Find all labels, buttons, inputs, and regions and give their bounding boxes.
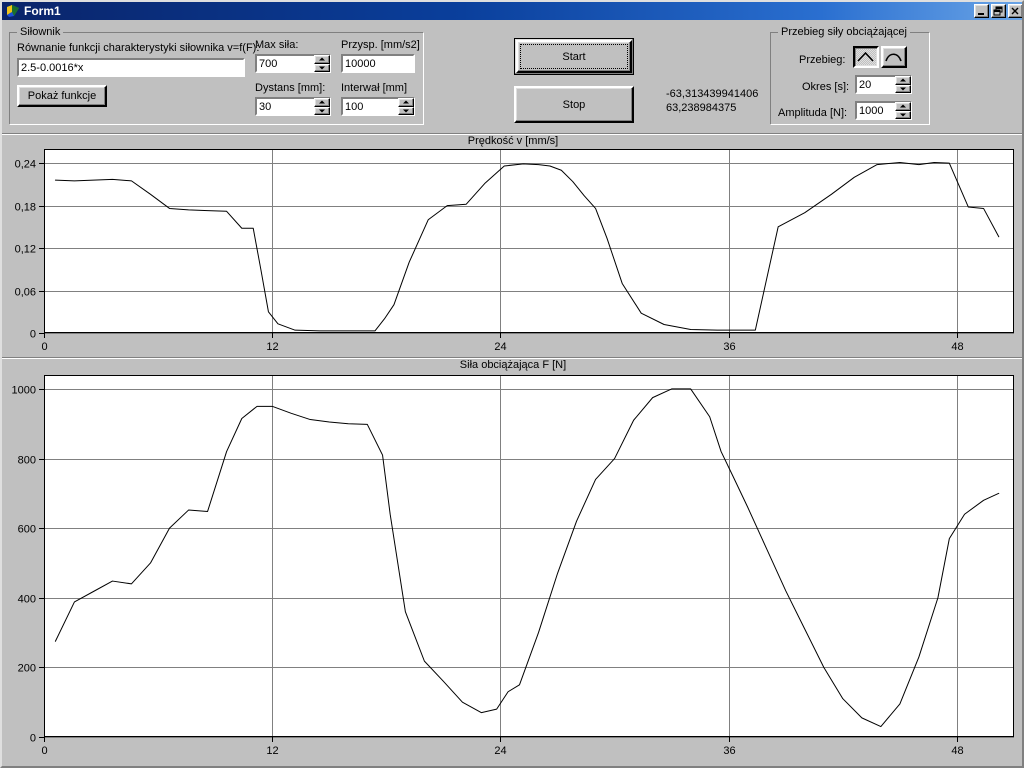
svg-text:200: 200 — [18, 663, 36, 675]
svg-text:12: 12 — [266, 745, 278, 757]
svg-text:0: 0 — [30, 329, 36, 341]
svg-text:48: 48 — [951, 745, 963, 757]
velocity-plot: 0 0,06 0,12 0,18 0,24 0 12 24 36 48 — [15, 149, 1014, 353]
svg-text:12: 12 — [266, 341, 278, 353]
max-force-stepper[interactable] — [314, 55, 330, 72]
distance-stepper-up[interactable] — [314, 98, 330, 107]
svg-text:24: 24 — [494, 745, 506, 757]
amplitude-label: Amplituda [N]: — [778, 107, 848, 119]
period-stepper-up[interactable] — [895, 76, 911, 85]
equation-input[interactable]: 2.5-0.0016*x — [17, 58, 245, 77]
svg-text:0: 0 — [41, 745, 47, 757]
svg-text:24: 24 — [494, 341, 506, 353]
svg-text:0: 0 — [41, 341, 47, 353]
svg-text:400: 400 — [18, 594, 36, 606]
svg-text:600: 600 — [18, 524, 36, 536]
svg-text:36: 36 — [723, 745, 735, 757]
restore-button[interactable] — [991, 4, 1006, 18]
equation-label: Równanie funkcji charakterystyki siłowni… — [17, 42, 260, 54]
force-plot: 0 200 400 600 800 1000 0 12 24 36 48 — [12, 375, 1014, 757]
window-title: Form1 — [24, 4, 61, 18]
triangle-wave-icon[interactable] — [853, 46, 879, 68]
distance-label: Dystans [mm]: — [255, 82, 326, 94]
distance-stepper-down[interactable] — [314, 106, 330, 115]
period-label: Okres [s]: — [802, 81, 850, 93]
svg-text:0,18: 0,18 — [15, 202, 36, 214]
przebieg-group-title: Przebieg siły obciążającej — [778, 26, 910, 38]
waveform-label: Przebieg: — [799, 54, 846, 66]
silownik-group-title: Siłownik — [17, 26, 64, 38]
period-stepper-down[interactable] — [895, 84, 911, 93]
period-stepper[interactable] — [895, 76, 911, 93]
force-chart: Siła obciążająca F [N] 0 200 400 600 800 1000… — [4, 359, 1022, 766]
svg-text:0,24: 0,24 — [15, 159, 36, 171]
close-button[interactable] — [1008, 4, 1022, 18]
interval-stepper-down[interactable] — [398, 106, 414, 115]
sine-wave-icon[interactable] — [881, 46, 907, 68]
amplitude-stepper-up[interactable] — [895, 102, 911, 111]
amplitude-stepper[interactable] — [895, 102, 911, 119]
show-functions-button[interactable]: Pokaż funkcje — [17, 85, 107, 107]
form-window: Form1 Siłownik Równanie funkcji charakte… — [0, 0, 1024, 768]
svg-text:36: 36 — [723, 341, 735, 353]
accel-input[interactable]: 10000 — [341, 54, 415, 73]
stop-button-label: Stop — [562, 98, 586, 111]
minimize-button[interactable] — [974, 4, 989, 18]
control-panel: Siłownik Równanie funkcji charakterystyk… — [2, 20, 1022, 133]
max-force-label: Max siła: — [255, 39, 299, 51]
distance-stepper[interactable] — [314, 98, 330, 115]
start-button-label: Start — [562, 50, 586, 63]
stop-button[interactable]: Stop — [514, 86, 634, 123]
svg-text:1000: 1000 — [12, 385, 36, 397]
svg-text:0: 0 — [30, 733, 36, 745]
readout-line-1: -63,313439941406 — [666, 88, 759, 100]
interval-stepper-up[interactable] — [398, 98, 414, 107]
interval-stepper[interactable] — [398, 98, 414, 115]
accel-label: Przysp. [mm/s2] — [341, 39, 420, 51]
show-functions-label: Pokaż funkcje — [27, 90, 97, 102]
start-button[interactable]: Start — [514, 38, 634, 75]
amplitude-stepper-down[interactable] — [895, 110, 911, 119]
vb-form-icon — [6, 4, 21, 18]
przebieg-groupbox: Przebieg siły obciążającej Przebieg: Okr… — [770, 26, 930, 125]
max-force-stepper-down[interactable] — [314, 63, 330, 72]
svg-text:800: 800 — [18, 455, 36, 467]
window-buttons — [974, 4, 1022, 18]
svg-text:0,06: 0,06 — [15, 287, 36, 299]
interval-label: Interwał [mm] — [341, 82, 408, 94]
velocity-chart: Prędkość v [mm/s] 0 0,06 0,12 0,18 0,24 0 12 24… — [4, 135, 1022, 357]
svg-text:48: 48 — [951, 341, 963, 353]
title-bar[interactable]: Form1 — [2, 2, 1022, 20]
silownik-groupbox: Siłownik Równanie funkcji charakterystyk… — [9, 26, 424, 125]
max-force-stepper-up[interactable] — [314, 55, 330, 64]
readout-line-2: 63,238984375 — [666, 102, 737, 114]
svg-text:0,12: 0,12 — [15, 244, 36, 256]
